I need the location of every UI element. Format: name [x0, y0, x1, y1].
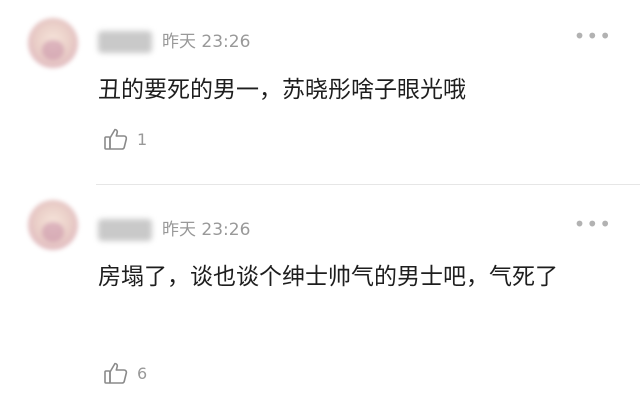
divider	[96, 184, 640, 185]
more-dots-icon[interactable]: •••	[574, 26, 612, 46]
like-count: 1	[137, 129, 148, 149]
thumb-up-icon	[103, 360, 129, 386]
avatar[interactable]	[28, 200, 78, 250]
like-button[interactable]: 6	[103, 359, 147, 387]
more-dots-icon[interactable]: •••	[574, 214, 612, 234]
comment-timestamp: 昨天 23:26	[162, 220, 251, 240]
comment-text: 房塌了，谈也谈个绅士帅气的男士吧，气死了	[98, 264, 558, 290]
comment-text: 丑的要死的男一，苏晓彤啥子眼光哦	[98, 77, 466, 103]
username[interactable]: 楊楊	[98, 31, 152, 53]
comment-timestamp: 昨天 23:26	[162, 32, 251, 52]
like-count: 6	[137, 363, 148, 383]
avatar[interactable]	[28, 18, 78, 68]
like-button[interactable]: 1	[103, 125, 147, 153]
username[interactable]: 楊楊	[98, 219, 152, 241]
comment-item: 楊楊 昨天 23:26 ••• 丑的要死的男一，苏晓彤啥子眼光哦 1	[0, 0, 640, 185]
comment-item: 楊楊 昨天 23:26 ••• 房塌了，谈也谈个绅士帅气的男士吧，气死了 6	[0, 188, 640, 408]
thumb-up-icon	[103, 126, 129, 152]
